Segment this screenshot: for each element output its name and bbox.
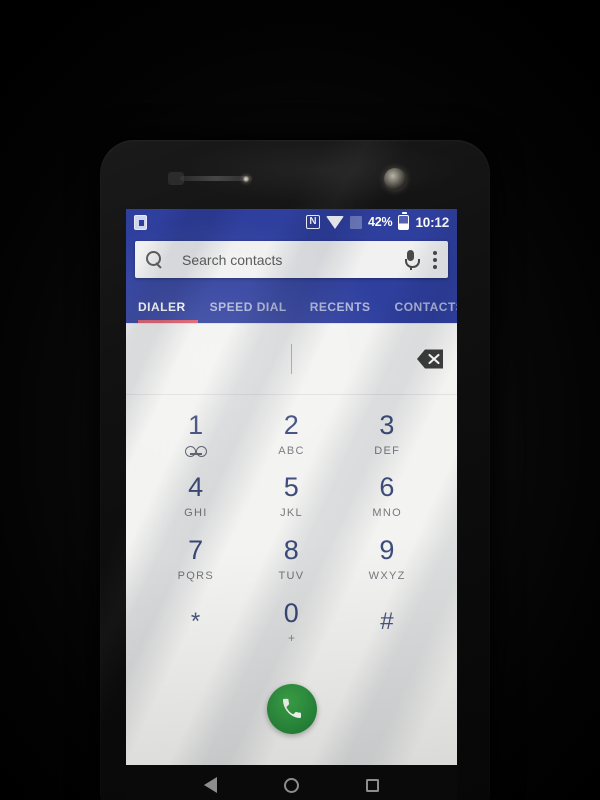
photo-scene: N 42% 10:12 Search contacts DIALER SPEED… [0,0,600,800]
key-hash-digit: # [380,607,395,635]
key-5[interactable]: 5 JKL [244,466,340,529]
dial-pad-panel: 1 2 ABC 3 DEF 4 GHI 5 JKL 6 MNO 7 PQRS 8… [126,323,457,765]
key-star-digit: * [190,607,201,635]
signal-icon [350,215,363,229]
key-6-letters: MNO [372,507,402,520]
home-button[interactable] [283,777,299,793]
app-bar: Search contacts [126,235,457,287]
key-9-letters: WXYZ [368,569,406,582]
wifi-icon [326,215,345,229]
tab-recents[interactable]: RECENTS [310,300,371,323]
search-icon[interactable] [146,251,163,268]
key-0-digit: 0 [283,597,300,628]
key-3-letters: DEF [374,444,401,457]
front-camera [384,168,406,190]
key-7[interactable]: 7 PQRS [148,528,244,591]
nfc-icon: N [306,215,321,229]
key-hash[interactable]: # [339,591,435,654]
notification-led [243,176,249,182]
key-6[interactable]: 6 MNO [339,466,435,529]
proximity-sensor [168,172,184,185]
phone-screen: N 42% 10:12 Search contacts DIALER SPEED… [126,209,457,765]
text-caret [290,343,293,374]
navigation-bar [126,765,457,800]
key-2-letters: ABC [278,444,305,457]
key-0[interactable]: 0 + [244,591,340,654]
key-8-letters: TUV [278,569,305,582]
key-9-digit: 9 [379,534,395,565]
tab-bar: DIALER SPEED DIAL RECENTS CONTACTS [126,287,457,323]
key-0-plus: + [287,630,295,645]
call-button-area [126,653,457,765]
key-1[interactable]: 1 [148,403,244,466]
voicemail-icon [184,446,207,458]
earpiece-speaker [180,176,252,181]
tab-contacts[interactable]: CONTACTS [395,300,457,323]
key-4-letters: GHI [184,507,208,520]
key-4-digit: 4 [188,472,204,503]
key-6-digit: 6 [379,472,395,503]
battery-percent: 42% [368,215,393,229]
key-4[interactable]: 4 GHI [148,466,244,529]
search-bar[interactable]: Search contacts [135,241,448,278]
status-bar-right: N 42% 10:12 [306,211,449,230]
key-1-digit: 1 [188,410,204,441]
phone-handset-icon [282,698,301,718]
back-button[interactable] [203,777,217,793]
sd-card-icon [134,214,147,230]
status-bar: N 42% 10:12 [126,209,457,235]
key-star[interactable]: * [148,591,244,654]
phone-number-field[interactable] [126,323,457,395]
key-5-digit: 5 [283,472,300,503]
key-9[interactable]: 9 WXYZ [339,528,435,591]
search-input[interactable]: Search contacts [182,252,282,268]
key-2[interactable]: 2 ABC [244,403,340,466]
key-2-digit: 2 [283,409,300,440]
microphone-icon[interactable] [402,249,420,270]
status-bar-left [134,214,147,230]
more-options-icon[interactable] [433,250,437,269]
key-3-digit: 3 [379,409,395,440]
status-bar-clock: 10:12 [415,214,449,230]
battery-icon [398,211,410,230]
key-7-digit: 7 [188,534,204,565]
call-button[interactable] [266,684,317,734]
tab-speed-dial[interactable]: SPEED DIAL [210,300,287,323]
recents-button[interactable] [366,778,380,792]
backspace-icon[interactable] [416,348,444,369]
keypad-grid: 1 2 ABC 3 DEF 4 GHI 5 JKL 6 MNO 7 PQRS 8… [126,395,457,653]
key-8[interactable]: 8 TUV [244,528,340,591]
key-5-letters: JKL [280,507,303,520]
key-8-digit: 8 [283,534,300,565]
key-3[interactable]: 3 DEF [339,403,435,466]
key-7-letters: PQRS [177,569,215,582]
